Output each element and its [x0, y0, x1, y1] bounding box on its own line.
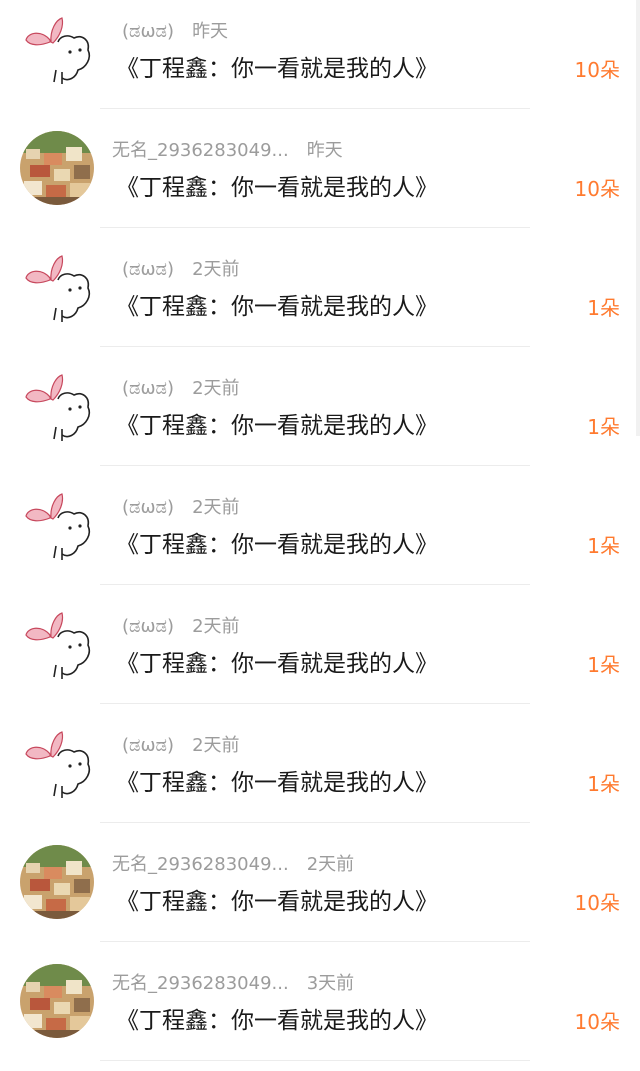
divider	[100, 584, 530, 585]
list-item[interactable]: (ಡωಡ) 2天前 《丁程鑫：你一看就是我的人》 1朵	[0, 238, 640, 357]
timestamp: 3天前	[306, 973, 355, 994]
butterfly-bear-icon	[20, 488, 94, 562]
butterfly-bear-icon	[20, 12, 94, 86]
butterfly-bear-icon	[20, 250, 94, 324]
comment-text: 《丁程鑫：你一看就是我的人》	[116, 294, 438, 320]
flower-count: 1朵	[587, 534, 620, 558]
divider	[100, 465, 530, 466]
username[interactable]: (ಡωಡ)	[122, 495, 174, 521]
comment-text: 《丁程鑫：你一看就是我的人》	[116, 770, 438, 796]
avatar[interactable]	[20, 845, 94, 919]
flower-count: 10朵	[574, 58, 620, 82]
divider	[100, 822, 530, 823]
timestamp: 2天前	[192, 497, 240, 518]
comment-text: 《丁程鑫：你一看就是我的人》	[116, 889, 438, 915]
comment-meta: (ಡωಡ) 2天前	[112, 614, 240, 640]
comment-meta: 无名_2936283049... 昨天	[112, 138, 343, 164]
butterfly-bear-icon	[20, 607, 94, 681]
town-photo-icon	[20, 131, 94, 205]
username[interactable]: (ಡωಡ)	[122, 614, 174, 640]
avatar[interactable]	[20, 964, 94, 1038]
comment-text: 《丁程鑫：你一看就是我的人》	[116, 532, 438, 558]
username[interactable]: 无名_2936283049...	[112, 852, 289, 878]
username[interactable]: 无名_2936283049...	[112, 138, 289, 164]
avatar[interactable]	[20, 131, 94, 205]
list-item[interactable]: (ಡωಡ) 2天前 《丁程鑫：你一看就是我的人》 1朵	[0, 357, 640, 476]
comment-text: 《丁程鑫：你一看就是我的人》	[116, 1008, 438, 1034]
timestamp: 昨天	[192, 21, 229, 42]
username[interactable]: (ಡωಡ)	[122, 733, 174, 759]
username[interactable]: (ಡωಡ)	[122, 376, 174, 402]
comment-meta: (ಡωಡ) 2天前	[112, 257, 240, 283]
list-item[interactable]: (ಡωಡ) 2天前 《丁程鑫：你一看就是我的人》 1朵	[0, 595, 640, 714]
flower-count: 10朵	[574, 177, 620, 201]
username[interactable]: 无名_2936283049...	[112, 971, 289, 997]
divider	[100, 227, 530, 228]
comment-meta: (ಡωಡ) 昨天	[112, 19, 228, 45]
comment-meta: (ಡωಡ) 2天前	[112, 495, 240, 521]
town-photo-icon	[20, 845, 94, 919]
divider	[100, 703, 530, 704]
list-item[interactable]: (ಡωಡ) 昨天 《丁程鑫：你一看就是我的人》 10朵	[0, 0, 640, 119]
flower-count: 1朵	[587, 653, 620, 677]
comment-text: 《丁程鑫：你一看就是我的人》	[116, 56, 438, 82]
list-item[interactable]: 无名_2936283049... 昨天 《丁程鑫：你一看就是我的人》 10朵	[0, 119, 640, 238]
list-item[interactable]: (ಡωಡ) 2天前 《丁程鑫：你一看就是我的人》 1朵	[0, 714, 640, 833]
avatar[interactable]	[20, 250, 94, 324]
comment-meta: (ಡωಡ) 2天前	[112, 376, 240, 402]
butterfly-bear-icon	[20, 726, 94, 800]
flower-count: 1朵	[587, 772, 620, 796]
flower-count: 1朵	[587, 415, 620, 439]
divider	[100, 108, 530, 109]
flower-count: 10朵	[574, 891, 620, 915]
scrollbar[interactable]	[636, 0, 640, 436]
avatar[interactable]	[20, 726, 94, 800]
flower-count: 1朵	[587, 296, 620, 320]
list-item[interactable]: 无名_2936283049... 3天前 《丁程鑫：你一看就是我的人》 10朵	[0, 952, 640, 1071]
avatar[interactable]	[20, 607, 94, 681]
avatar[interactable]	[20, 369, 94, 443]
comment-meta: (ಡωಡ) 2天前	[112, 733, 240, 759]
comment-meta: 无名_2936283049... 3天前	[112, 971, 354, 997]
divider	[100, 941, 530, 942]
timestamp: 2天前	[192, 378, 240, 399]
butterfly-bear-icon	[20, 369, 94, 443]
divider	[100, 1060, 530, 1061]
timestamp: 2天前	[192, 259, 240, 280]
list-item[interactable]: 无名_2936283049... 2天前 《丁程鑫：你一看就是我的人》 10朵	[0, 833, 640, 952]
comment-text: 《丁程鑫：你一看就是我的人》	[116, 651, 438, 677]
username[interactable]: (ಡωಡ)	[122, 257, 174, 283]
timestamp: 2天前	[192, 735, 240, 756]
town-photo-icon	[20, 964, 94, 1038]
username[interactable]: (ಡωಡ)	[122, 19, 174, 45]
comment-text: 《丁程鑫：你一看就是我的人》	[116, 413, 438, 439]
flower-count: 10朵	[574, 1010, 620, 1034]
avatar[interactable]	[20, 12, 94, 86]
divider	[100, 346, 530, 347]
timestamp: 2天前	[306, 854, 355, 875]
avatar[interactable]	[20, 488, 94, 562]
comment-meta: 无名_2936283049... 2天前	[112, 852, 354, 878]
timestamp: 2天前	[192, 616, 240, 637]
comment-text: 《丁程鑫：你一看就是我的人》	[116, 175, 438, 201]
gift-comment-list: (ಡωಡ) 昨天 《丁程鑫：你一看就是我的人》 10朵 无名_293628304…	[0, 0, 640, 1065]
timestamp: 昨天	[306, 140, 343, 161]
list-item[interactable]: (ಡωಡ) 2天前 《丁程鑫：你一看就是我的人》 1朵	[0, 476, 640, 595]
